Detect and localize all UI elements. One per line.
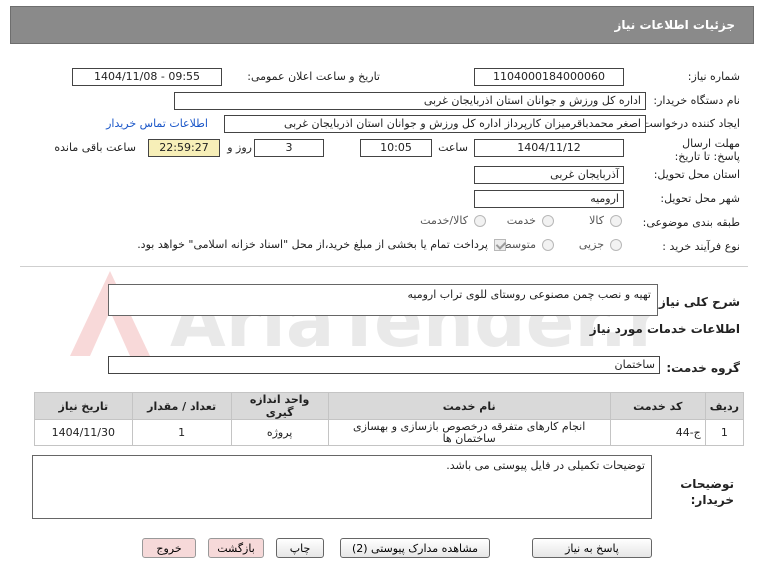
cell-quantity: 1 bbox=[131, 419, 232, 446]
deadline-label: مهلت ارسال پاسخ: تا تاریخ: bbox=[674, 137, 740, 163]
process-option-minor[interactable]: جزیی bbox=[579, 238, 622, 251]
view-attachments-button[interactable]: مشاهده مدارک پیوستی (2) bbox=[340, 538, 490, 558]
cell-row-number: 1 bbox=[704, 419, 745, 446]
radio-icon bbox=[542, 238, 554, 251]
buyer-notes-label: توضیحات خریدار: bbox=[680, 477, 734, 507]
services-table: ردیف کد خدمت نام خدمت واحد اندازه گیری ت… bbox=[34, 392, 745, 446]
service-group-field: ساختمان bbox=[108, 356, 660, 374]
announce-label: تاریخ و ساعت اعلان عمومی: bbox=[247, 70, 380, 83]
delivery-province-field: آذربایجان غربی bbox=[474, 166, 624, 184]
col-row-number: ردیف bbox=[704, 392, 745, 420]
requester-field: اصغر محمدباقرمیزان کارپرداز اداره کل ورز… bbox=[224, 115, 646, 133]
need-number-label: شماره نیاز: bbox=[687, 70, 740, 83]
category-option-goods[interactable]: کالا bbox=[589, 214, 622, 227]
treasury-payment-checkbox[interactable]: پرداخت تمام یا بخشی از مبلغ خرید،از محل … bbox=[137, 238, 506, 251]
delivery-city-label: شهر محل تحویل: bbox=[660, 192, 740, 205]
need-details-panel: جزئیات اطلاعات نیاز AriaTender.net شماره… bbox=[10, 6, 754, 566]
radio-icon bbox=[610, 214, 622, 227]
back-button[interactable]: بازگشت bbox=[208, 538, 264, 558]
service-group-label: گروه خدمت: bbox=[666, 361, 740, 375]
table-header-row: ردیف کد خدمت نام خدمت واحد اندازه گیری ت… bbox=[34, 392, 745, 420]
cell-service-code: ج-44 bbox=[609, 419, 706, 446]
summary-label: شرح کلی نیاز: bbox=[654, 295, 740, 309]
remaining-label: ساعت باقی مانده bbox=[54, 141, 136, 154]
buyer-org-label: نام دستگاه خریدار: bbox=[653, 94, 740, 107]
services-section-title: اطلاعات خدمات مورد نیاز bbox=[589, 322, 740, 336]
days-label: روز و bbox=[227, 141, 252, 154]
cell-need-date: 1404/11/30 bbox=[34, 419, 133, 446]
category-option-goods-service[interactable]: کالا/خدمت bbox=[420, 214, 486, 227]
cell-unit: پروژه bbox=[230, 419, 329, 446]
buyer-notes-field: توضیحات تکمیلی در فایل پیوستی می باشد. bbox=[32, 455, 652, 519]
col-need-date: تاریخ نیاز bbox=[34, 392, 133, 420]
col-service-name: نام خدمت bbox=[327, 392, 611, 420]
category-label: طبقه بندی موضوعی: bbox=[642, 216, 740, 229]
requester-label: ایجاد کننده درخواست: bbox=[638, 117, 740, 130]
remaining-time-field: 22:59:27 bbox=[148, 139, 220, 157]
process-option-medium[interactable]: متوسط bbox=[501, 238, 554, 251]
col-quantity: تعداد / مقدار bbox=[131, 392, 232, 420]
panel-title: جزئیات اطلاعات نیاز bbox=[614, 18, 735, 32]
deadline-time-label: ساعت bbox=[438, 141, 468, 154]
reply-button[interactable]: پاسخ به نیاز bbox=[532, 538, 652, 558]
deadline-time-field: 10:05 bbox=[360, 139, 432, 157]
table-row: 1 ج-44 انجام کارهای متفرقه درخصوص بازساز… bbox=[34, 419, 745, 446]
radio-icon bbox=[610, 238, 622, 251]
deadline-date-field: 1404/11/12 bbox=[474, 139, 624, 157]
print-button[interactable]: چاپ bbox=[276, 538, 324, 558]
delivery-province-label: استان محل تحویل: bbox=[653, 168, 740, 181]
col-unit: واحد اندازه گیری bbox=[230, 392, 329, 420]
panel-header: جزئیات اطلاعات نیاز bbox=[10, 6, 754, 44]
exit-button[interactable]: خروج bbox=[142, 538, 196, 558]
divider bbox=[20, 266, 748, 267]
radio-icon bbox=[542, 214, 554, 227]
process-label: نوع فرآیند خرید : bbox=[662, 240, 740, 253]
announce-field: 1404/11/08 - 09:55 bbox=[72, 68, 222, 86]
days-remaining-field: 3 bbox=[254, 139, 324, 157]
watermark-logo: AriaTender.net bbox=[70, 271, 650, 363]
buyer-org-field: اداره کل ورزش و جوانان استان اذربایجان غ… bbox=[174, 92, 646, 110]
need-number-field: 1104000184000060 bbox=[474, 68, 624, 86]
category-option-service[interactable]: خدمت bbox=[507, 214, 554, 227]
payment-note: پرداخت تمام یا بخشی از مبلغ خرید،از محل … bbox=[137, 238, 488, 251]
col-service-code: کد خدمت bbox=[609, 392, 706, 420]
summary-field: تهیه و نصب چمن مصنوعی روستای للوی تراب ا… bbox=[108, 284, 658, 316]
radio-icon bbox=[474, 214, 486, 227]
checkbox-icon bbox=[494, 238, 506, 251]
cell-service-name: انجام کارهای متفرقه درخصوص بازسازی و بهس… bbox=[327, 419, 611, 446]
delivery-city-field: ارومیه bbox=[474, 190, 624, 208]
buyer-contact-link[interactable]: اطلاعات تماس خریدار bbox=[106, 117, 208, 130]
